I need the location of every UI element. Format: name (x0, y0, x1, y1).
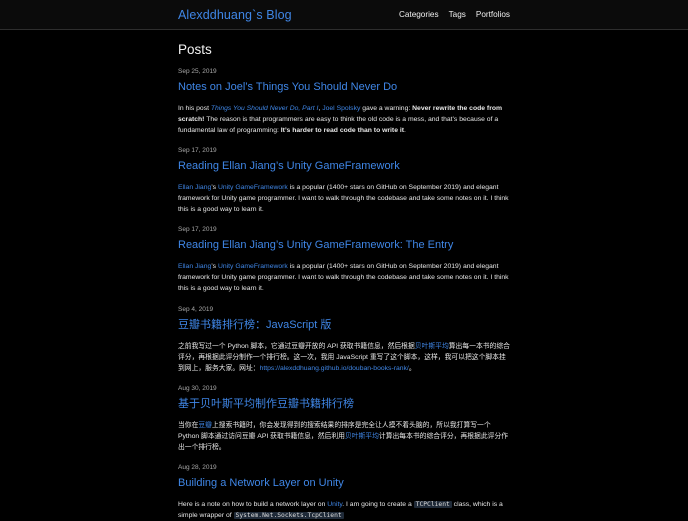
excerpt-link[interactable]: Ellan Jiang (178, 263, 211, 270)
site-title-link[interactable]: Alexddhuang`s Blog (178, 8, 292, 22)
post-date: Sep 4, 2019 (178, 306, 214, 313)
inline-code: System.Net.Sockets.TcpClient (233, 512, 344, 519)
excerpt-text: In his post (178, 105, 211, 112)
post-date: Aug 30, 2019 (178, 385, 217, 392)
excerpt-text: . (404, 127, 406, 134)
nav-tags-link[interactable]: Tags (449, 10, 466, 19)
excerpt-bold-text: It’s harder to read code than to write i… (280, 127, 405, 134)
post-title-link[interactable]: 基于贝叶斯平均制作豆瓣书籍排行榜 (178, 397, 510, 411)
excerpt-link[interactable]: 豆瓣 (198, 422, 212, 429)
page-heading: Posts (178, 42, 212, 57)
excerpt-text: 当你在 (178, 422, 199, 429)
excerpt-text: ’s (211, 184, 218, 191)
excerpt-link[interactable]: https://alexddhuang.github.io/douban-boo… (260, 365, 409, 372)
post-date: Sep 17, 2019 (178, 226, 217, 233)
inline-code: TCPClient (413, 501, 452, 508)
post-date: Sep 17, 2019 (178, 147, 217, 154)
excerpt-link[interactable]: Joel Spolsky (322, 105, 360, 112)
excerpt-text: 之前我写过一个 Python 脚本，它通过豆瓣开放的 API 获取书籍信息，然后… (178, 343, 415, 350)
site-header: Alexddhuang`s Blog Categories Tags Portf… (0, 0, 688, 30)
post-item: Aug 30, 2019 基于贝叶斯平均制作豆瓣书籍排行榜 当你在豆瓣上搜索书籍… (178, 385, 510, 453)
post-title-link[interactable]: Reading Ellan Jiang’s Unity GameFramewor… (178, 238, 510, 252)
excerpt-link[interactable]: Unity GameFramework (218, 184, 288, 191)
post-title-link[interactable]: Reading Ellan Jiang’s Unity GameFramewor… (178, 159, 510, 173)
posts-list: Posts Sep 25, 2019 Notes on Joel’s Thing… (178, 42, 510, 519)
post-excerpt: 之前我写过一个 Python 脚本，它通过豆瓣开放的 API 获取书籍信息，然后… (178, 341, 510, 374)
post-excerpt: Ellan Jiang’s Unity GameFramework is a p… (178, 182, 510, 215)
excerpt-link[interactable]: Ellan Jiang (178, 184, 211, 191)
excerpt-text: gave a warning: (360, 105, 413, 112)
post-title-link[interactable]: 豆瓣书籍排行榜：JavaScript 版 (178, 318, 510, 332)
excerpt-text: . I am going to create a (342, 501, 414, 508)
excerpt-link[interactable]: Things You Should Never Do, Part I (211, 105, 319, 112)
excerpt-text: 。 (408, 365, 416, 372)
post-excerpt: 当你在豆瓣上搜索书籍时，你会发现得到的搜索结果的排序是完全让人摸不着头脑的，所以… (178, 420, 510, 453)
excerpt-text: Here is a note on how to build a network… (178, 501, 328, 508)
excerpt-link[interactable]: Unity (327, 501, 342, 508)
post-title-link[interactable]: Building a Network Layer on Unity (178, 476, 510, 490)
main-nav: Categories Tags Portfolios (399, 10, 510, 19)
post-item: Sep 25, 2019 Notes on Joel’s Things You … (178, 68, 510, 136)
post-item: Aug 28, 2019 Building a Network Layer on… (178, 464, 510, 521)
post-excerpt: In his post Things You Should Never Do, … (178, 103, 510, 136)
post-item: Sep 17, 2019 Reading Ellan Jiang’s Unity… (178, 147, 510, 215)
excerpt-link[interactable]: Unity GameFramework (218, 263, 288, 270)
excerpt-link[interactable]: 贝叶斯平均 (345, 433, 379, 440)
post-excerpt: Ellan Jiang’s Unity GameFramework is a p… (178, 261, 510, 294)
post-title-link[interactable]: Notes on Joel’s Things You Should Never … (178, 80, 510, 94)
post-excerpt: Here is a note on how to build a network… (178, 499, 510, 521)
excerpt-link[interactable]: 贝叶斯平均 (415, 343, 449, 350)
post-date: Aug 28, 2019 (178, 464, 217, 471)
post-item: Sep 4, 2019 豆瓣书籍排行榜：JavaScript 版 之前我写过一个… (178, 306, 510, 374)
nav-portfolios-link[interactable]: Portfolios (476, 10, 510, 19)
excerpt-text: ’s (211, 263, 218, 270)
nav-categories-link[interactable]: Categories (399, 10, 439, 19)
post-date: Sep 25, 2019 (178, 68, 217, 75)
post-item: Sep 17, 2019 Reading Ellan Jiang’s Unity… (178, 226, 510, 294)
